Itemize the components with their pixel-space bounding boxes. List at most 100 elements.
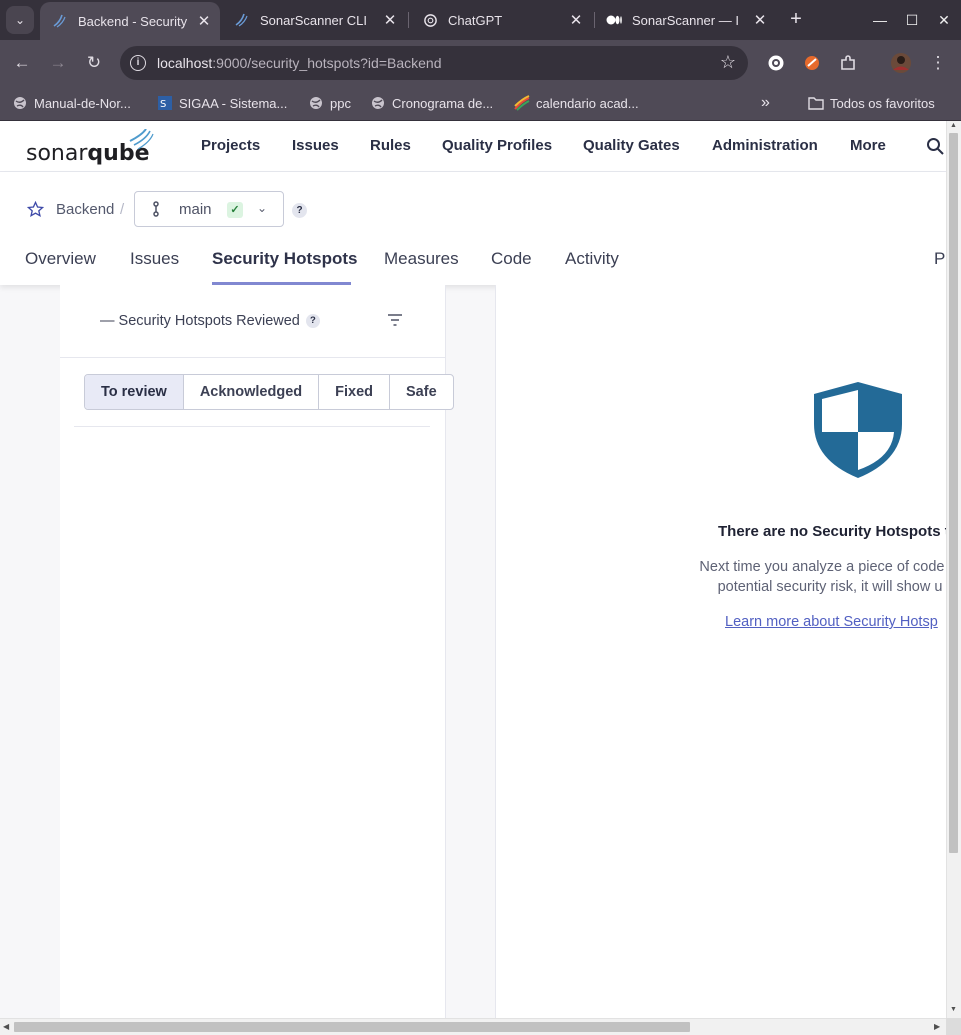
maximize-icon[interactable]: ☐ — [902, 8, 922, 32]
hotspots-list-panel: — Security Hotspots Reviewed ? To review… — [60, 285, 454, 1018]
scrollbar-thumb[interactable] — [14, 1022, 690, 1032]
bookmarks-bar: Manual-de-Nor... S SIGAA - Sistema... pp… — [0, 86, 961, 120]
tab-issues[interactable]: Issues — [130, 249, 179, 269]
segment-fixed[interactable]: Fixed — [319, 375, 391, 409]
filter-icon[interactable] — [386, 313, 404, 329]
scroll-right-icon[interactable]: ▶ — [934, 1022, 940, 1031]
bookmark-item[interactable]: Cronograma de... — [370, 92, 493, 114]
tab-strip: ⌄ Backend - Security ✕ SonarScanner CLI … — [0, 0, 961, 40]
empty-state-title: There are no Security Hotspots to — [718, 523, 946, 540]
scrollbar-thumb[interactable] — [949, 133, 958, 853]
profile-avatar[interactable] — [890, 52, 912, 74]
folder-icon — [808, 95, 824, 111]
bookmark-star-icon[interactable]: ☆ — [720, 52, 736, 73]
tab-backend-security[interactable]: Backend - Security ✕ — [40, 2, 220, 40]
browser-window: ⌄ Backend - Security ✕ SonarScanner CLI … — [0, 0, 961, 1035]
empty-state-line: Next time you analyze a piece of code th — [699, 559, 946, 575]
nav-issues[interactable]: Issues — [292, 137, 339, 154]
bookmark-label: Cronograma de... — [392, 95, 494, 111]
tab-title: SonarScanner CLI — [260, 12, 367, 28]
tab-search-button[interactable]: ⌄ — [6, 6, 34, 34]
tab-sonarscanner-medium[interactable]: SonarScanner — I ✕ — [594, 4, 776, 36]
segment-acknowledged[interactable]: Acknowledged — [184, 375, 320, 409]
vertical-scrollbar[interactable]: ▲ ▼ — [946, 121, 961, 1018]
segment-safe[interactable]: Safe — [390, 375, 453, 409]
tab-overflow[interactable]: P — [934, 249, 945, 269]
scrollbar-corner — [946, 1018, 961, 1035]
address-bar[interactable]: i localhost:9000/security_hotspots?id=Ba… — [120, 46, 748, 80]
chevron-down-icon: ⌄ — [257, 201, 268, 215]
close-window-icon[interactable]: ✕ — [934, 8, 954, 32]
tab-title: ChatGPT — [448, 12, 503, 28]
scroll-left-icon[interactable]: ◀ — [3, 1022, 9, 1031]
bookmark-label: SIGAA - Sistema... — [179, 95, 288, 111]
close-tab-icon[interactable]: ✕ — [380, 11, 400, 29]
close-tab-icon[interactable]: ✕ — [566, 11, 586, 29]
shield-icon — [812, 380, 904, 485]
bookmarks-overflow-button[interactable]: » — [761, 92, 770, 114]
extension-orange-icon[interactable] — [801, 52, 823, 74]
sonarqube-logo[interactable]: sonarqube — [26, 129, 156, 165]
sigaa-icon: S — [157, 95, 173, 111]
globe-icon — [12, 95, 28, 111]
nav-quality-profiles[interactable]: Quality Profiles — [442, 137, 552, 154]
empty-state-line: potential security risk, it will show u — [717, 579, 943, 595]
browser-toolbar: ← → ↻ i localhost:9000/security_hotspots… — [0, 40, 961, 86]
puzzle-extensions-icon[interactable] — [837, 52, 859, 74]
hotspot-detail-panel: There are no Security Hotspots to Next t… — [495, 285, 946, 1018]
nav-more[interactable]: More — [850, 137, 886, 154]
forward-icon[interactable]: → — [45, 50, 71, 76]
help-icon[interactable]: ? — [292, 203, 307, 218]
scroll-up-icon[interactable]: ▲ — [950, 122, 957, 129]
reload-icon[interactable]: ↻ — [81, 50, 107, 76]
tab-overview[interactable]: Overview — [25, 249, 96, 269]
bookmark-item[interactable]: calendario acad... — [514, 92, 639, 114]
branch-name: main — [179, 201, 212, 218]
breadcrumb-project[interactable]: Backend — [56, 201, 114, 218]
sonarqube-navbar: sonarqube Projects Issues Rules Quality … — [0, 121, 946, 172]
sonarqube-wave-icon — [52, 13, 68, 29]
all-bookmarks-button[interactable]: Todos os favoritos — [808, 92, 935, 114]
back-icon[interactable]: ← — [9, 50, 35, 76]
bookmark-item[interactable]: S SIGAA - Sistema... — [157, 92, 287, 114]
divider — [60, 357, 446, 358]
nav-rules[interactable]: Rules — [370, 137, 411, 154]
extension-icon[interactable] — [765, 52, 787, 74]
nav-quality-gates[interactable]: Quality Gates — [583, 137, 680, 154]
site-info-icon[interactable]: i — [130, 55, 146, 71]
divider — [74, 426, 430, 427]
minimize-icon[interactable]: — — [870, 8, 890, 32]
tab-activity[interactable]: Activity — [565, 249, 619, 269]
tab-sonarscanner-cli[interactable]: SonarScanner CLI ✕ — [222, 4, 406, 36]
tab-code[interactable]: Code — [491, 249, 532, 269]
scroll-down-icon[interactable]: ▼ — [950, 1006, 957, 1013]
url-text[interactable]: localhost:9000/security_hotspots?id=Back… — [157, 55, 441, 71]
branch-selector[interactable]: main ✓ ⌄ — [134, 191, 284, 227]
close-tab-icon[interactable]: ✕ — [194, 12, 214, 30]
svg-text:S: S — [160, 99, 166, 110]
chatgpt-icon — [422, 12, 438, 28]
nav-projects[interactable]: Projects — [201, 137, 260, 154]
project-header: Backend / main ✓ ⌄ ? Overview Issues Sec… — [0, 172, 946, 285]
horizontal-scrollbar[interactable]: ◀ ▶ — [0, 1018, 946, 1035]
tab-security-hotspots[interactable]: Security Hotspots — [212, 249, 357, 269]
nav-administration[interactable]: Administration — [712, 137, 818, 154]
hotspots-reviewed-summary: — Security Hotspots Reviewed ? — [100, 313, 320, 329]
bookmark-label: ppc — [330, 95, 351, 111]
new-tab-button[interactable]: + — [786, 8, 806, 32]
help-icon[interactable]: ? — [305, 314, 320, 328]
sonarqube-wave-icon — [234, 12, 250, 28]
tab-measures[interactable]: Measures — [384, 249, 459, 269]
favorite-star-icon[interactable] — [26, 200, 45, 223]
bookmark-item[interactable]: Manual-de-Nor... — [12, 92, 131, 114]
tab-chatgpt[interactable]: ChatGPT ✕ — [410, 4, 592, 36]
tab-separator — [408, 12, 409, 28]
close-tab-icon[interactable]: ✕ — [750, 11, 770, 29]
all-bookmarks-label: Todos os favoritos — [830, 95, 935, 111]
page-content: sonarqube Projects Issues Rules Quality … — [0, 121, 946, 1018]
search-icon[interactable] — [926, 137, 944, 160]
segment-to-review[interactable]: To review — [85, 375, 184, 409]
bookmark-item[interactable]: ppc — [308, 92, 351, 114]
kebab-menu-icon[interactable]: ⋮ — [925, 50, 951, 76]
learn-more-link[interactable]: Learn more about Security Hotsp — [725, 614, 938, 630]
